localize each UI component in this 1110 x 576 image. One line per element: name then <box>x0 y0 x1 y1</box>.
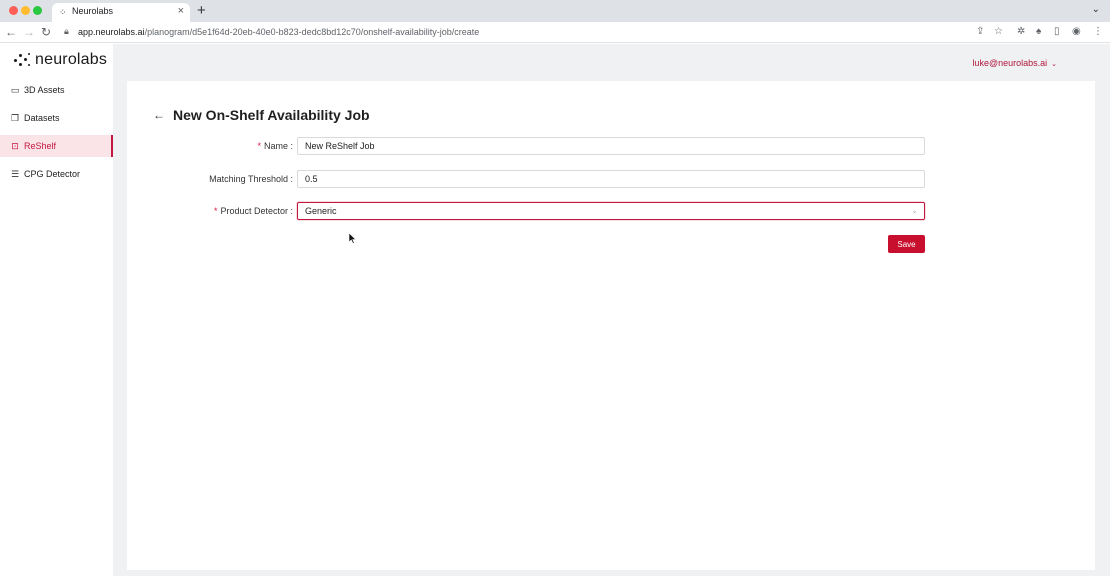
profile-icon[interactable]: ◉ <box>1072 25 1081 39</box>
list-icon: ☰ <box>10 168 20 179</box>
detector-label-text: Product Detector : <box>220 206 293 216</box>
page-title: New On-Shelf Availability Job <box>173 107 370 123</box>
tab-title: Neurolabs <box>72 6 114 16</box>
chevron-down-icon: ⌄ <box>1051 61 1057 68</box>
url-host: app.neurolabs.ai <box>78 27 145 37</box>
matching-threshold-input[interactable]: 0.5 <box>297 170 925 188</box>
required-mark: * <box>257 141 261 151</box>
forward-arrow-icon[interactable]: → <box>23 24 35 40</box>
product-detector-select[interactable]: Generic ⌄ <box>297 202 925 220</box>
copy-icon: ❐ <box>10 112 20 123</box>
menu-dots-icon[interactable]: ⋮ <box>1093 25 1103 39</box>
browser-toolbar: ← → ↻ 🔒︎ app.neurolabs.ai/planogram/d5e1… <box>0 22 1110 43</box>
url-path: /planogram/d5e1f64d-20eb-40e0-b823-dedc8… <box>144 27 480 37</box>
threshold-label-text: Matching Threshold : <box>209 174 293 184</box>
sidebar-item-reshelf[interactable]: ⊡ ReShelf <box>0 135 113 157</box>
extensions-icon[interactable]: ✲ <box>1017 25 1025 39</box>
sidebar-item-cpg-detector[interactable]: ☰ CPG Detector <box>0 163 113 185</box>
address-bar[interactable]: app.neurolabs.ai/planogram/d5e1f64d-20eb… <box>78 27 479 37</box>
threshold-input-value: 0.5 <box>305 174 318 184</box>
sidebar-item-label: 3D Assets <box>24 85 65 95</box>
neurolabs-favicon-icon: ⁘ <box>59 7 67 17</box>
user-email: luke@neurolabs.ai <box>972 58 1048 68</box>
lock-icon[interactable]: 🔒︎ <box>64 26 69 37</box>
sidebar: neurolabs ▭ 3D Assets ❐ Datasets ⊡ ReShe… <box>0 44 113 576</box>
sidebar-item-datasets[interactable]: ❐ Datasets <box>0 107 113 129</box>
name-input[interactable]: New ReShelf Job <box>297 137 925 155</box>
neurolabs-logo[interactable]: neurolabs <box>12 50 107 70</box>
chevron-down-icon: ⌄ <box>911 206 918 215</box>
app-container: neurolabs ▭ 3D Assets ❐ Datasets ⊡ ReShe… <box>0 44 1110 576</box>
browser-tab[interactable]: ⁘ Neurolabs × <box>52 3 190 22</box>
threshold-label: Matching Threshold : <box>127 170 293 188</box>
name-input-value: New ReShelf Job <box>305 141 375 151</box>
sidebar-panel-icon[interactable]: ▯ <box>1054 25 1060 39</box>
reload-icon[interactable]: ↻ <box>41 24 51 40</box>
detector-label: * Product Detector : <box>127 202 293 220</box>
required-mark: * <box>213 206 218 216</box>
neurolabs-logo-icon <box>12 52 32 68</box>
minimize-window-button[interactable] <box>21 6 30 15</box>
detector-selected-value: Generic <box>305 206 337 216</box>
mouse-cursor-icon <box>349 233 357 244</box>
save-button[interactable]: Save <box>888 235 925 253</box>
tab-search-chevron-icon[interactable]: ⌄ <box>1092 4 1100 15</box>
sidebar-item-label: CPG Detector <box>24 169 81 179</box>
sidebar-item-label: ReShelf <box>24 141 57 151</box>
camera-icon: ⊡ <box>11 140 19 151</box>
folder-icon: ▭ <box>10 84 20 95</box>
form-card: ← New On-Shelf Availability Job * Name : … <box>127 81 1095 570</box>
back-arrow-icon[interactable]: ← <box>153 108 165 122</box>
browser-tab-bar: ⁘ Neurolabs × + ⌄ <box>0 0 1110 22</box>
logo-text: neurolabs <box>35 51 108 68</box>
user-menu[interactable]: luke@neurolabs.ai ⌄ <box>972 58 1057 68</box>
maximize-window-button[interactable] <box>33 6 42 15</box>
extension-icon[interactable]: ♠ <box>1036 25 1041 39</box>
new-tab-button[interactable]: + <box>197 3 206 19</box>
name-label-text: Name : <box>263 141 293 151</box>
name-label: * Name : <box>127 137 293 155</box>
sidebar-item-label: Datasets <box>24 113 60 123</box>
sidebar-item-3d-assets[interactable]: ▭ 3D Assets <box>0 79 113 101</box>
close-window-button[interactable] <box>9 6 18 15</box>
share-icon[interactable]: ⇪ <box>976 25 984 39</box>
back-arrow-icon[interactable]: ← <box>5 24 17 40</box>
tab-close-icon[interactable]: × <box>178 5 184 17</box>
star-icon[interactable]: ☆ <box>994 25 1003 39</box>
